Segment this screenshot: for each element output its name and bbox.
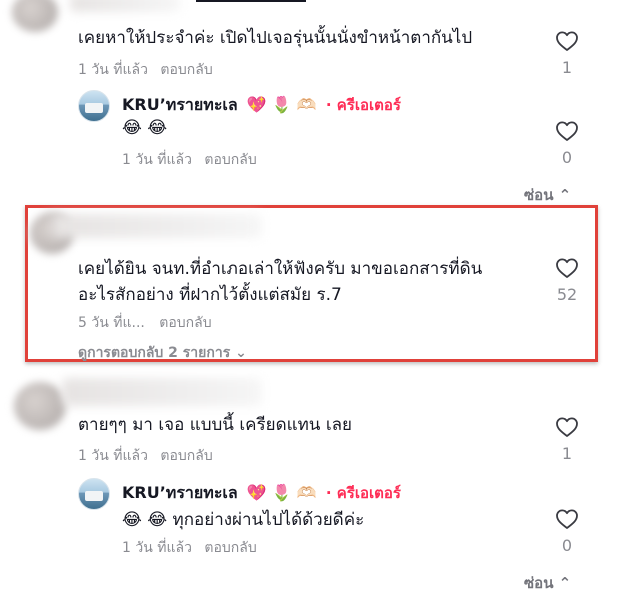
reply-time: 1 วัน ที่แล้ว (122, 540, 192, 556)
reply-text: 😂 😂 (122, 118, 168, 138)
comment-text: ตายๆๆ มา เจอ แบบนี้ เครียดแทน เลย (78, 415, 353, 435)
like-count: 52 (556, 285, 578, 304)
comment-time: 1 วัน ที่แล้ว (78, 62, 148, 78)
commenter-username[interactable] (52, 214, 262, 238)
heart-outline-icon[interactable] (555, 30, 579, 52)
reply-button[interactable]: ตอบกลับ (204, 540, 256, 556)
creator-avatar[interactable] (78, 478, 110, 510)
reply-meta: 1 วัน ที่แล้ว ตอบกลับ (122, 537, 257, 559)
creator-username[interactable]: KRU’ทรายทะเล (122, 95, 238, 114)
comment-time: 5 วัน ที่แ... (78, 315, 145, 331)
hide-replies-button[interactable]: ซ่อน ⌃ (524, 571, 571, 595)
comment-meta: 1 วัน ที่แล้ว ตอบกลับ (78, 59, 213, 81)
creator-username[interactable]: KRU’ทรายทะเล (122, 483, 238, 502)
creator-name-emojis: 💖 🌷 🫶🏻 (246, 483, 317, 502)
comment-meta: 1 วัน ที่แล้ว ตอบกลับ (78, 445, 213, 467)
commenter-username[interactable] (70, 0, 180, 12)
creator-avatar[interactable] (78, 90, 110, 122)
comment-text-line-2: อะไรสักอย่าง ที่ฝากไว้ตั้งแต่สมัย ร.7 (78, 285, 342, 305)
creator-name-emojis: 💖 🌷 🫶🏻 (246, 95, 317, 114)
reply-time: 1 วัน ที่แล้ว (122, 152, 192, 168)
tab-active-underline (196, 0, 306, 2)
comment-text: เคยหาให้ประจำค่ะ เปิดไปเจอรุ่นนั้นนั่งขำ… (78, 28, 473, 48)
heart-outline-icon[interactable] (555, 120, 579, 142)
view-replies-button[interactable]: ดูการตอบกลับ 2 รายการ ⌄ (78, 342, 247, 364)
reply-button[interactable]: ตอบกลับ (160, 62, 212, 78)
creator-badge: · ครีเอเตอร์ (325, 96, 401, 114)
like-count: 0 (561, 148, 573, 167)
reply-meta: 1 วัน ที่แล้ว ตอบกลับ (122, 149, 257, 171)
heart-outline-icon[interactable] (555, 416, 579, 438)
reply-button[interactable]: ตอบกลับ (204, 152, 256, 168)
comment-meta: 5 วัน ที่แ... ตอบกลับ (78, 312, 212, 334)
heart-outline-icon[interactable] (555, 508, 579, 530)
like-count: 0 (561, 536, 573, 555)
like-count: 1 (561, 58, 573, 77)
creator-badge: · ครีเอเตอร์ (325, 484, 401, 502)
hide-replies-button[interactable]: ซ่อน ⌃ (524, 183, 571, 207)
commenter-avatar[interactable] (14, 382, 66, 430)
reply-button[interactable]: ตอบกลับ (159, 315, 211, 331)
commenter-username[interactable] (62, 378, 262, 406)
creator-header: KRU’ทรายทะเล 💖 🌷 🫶🏻 · ครีเอเตอร์ (122, 481, 401, 506)
creator-header: KRU’ทรายทะเล 💖 🌷 🫶🏻 · ครีเอเตอร์ (122, 93, 401, 118)
comment-time: 1 วัน ที่แล้ว (78, 448, 148, 464)
heart-outline-icon[interactable] (555, 257, 579, 279)
comment-text-line-1: เคยได้ยิน จนท.ที่อำเภอเล่าให้ฟังครับ มาข… (78, 259, 483, 279)
reply-text: 😂 😂 ทุกอย่างผ่านไปได้ด้วยดีค่ะ (122, 510, 365, 530)
commenter-avatar[interactable] (12, 0, 58, 32)
like-count: 1 (561, 444, 573, 463)
reply-button[interactable]: ตอบกลับ (160, 448, 212, 464)
